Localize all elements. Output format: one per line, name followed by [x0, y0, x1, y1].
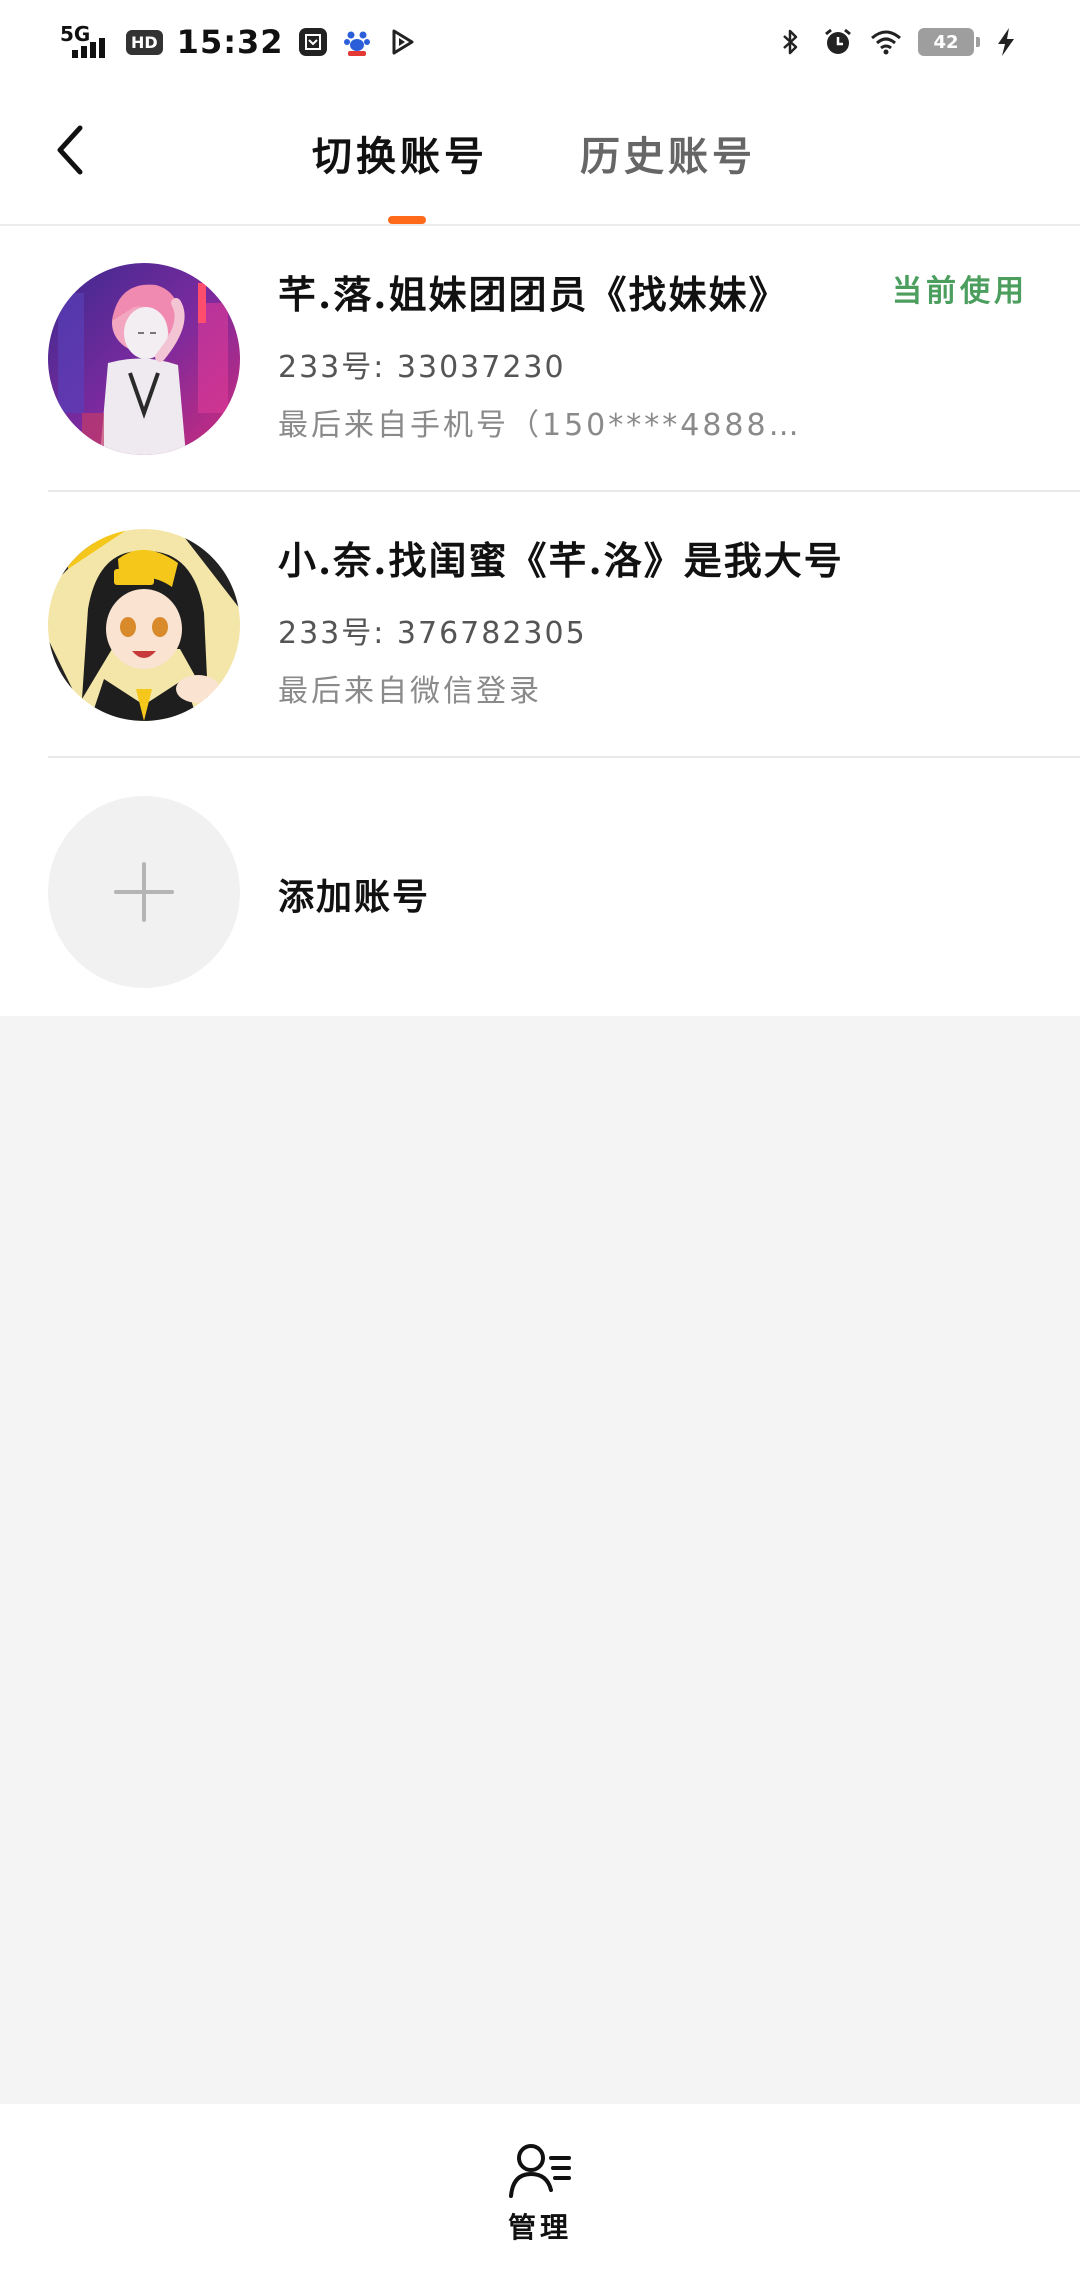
- add-account-button[interactable]: [48, 796, 240, 988]
- account-login-source: 最后来自手机号（150****4888…: [278, 408, 802, 443]
- bottom-bar: 管理: [0, 2104, 1080, 2274]
- status-time: 15:32: [176, 23, 284, 61]
- status-left: 5G HD 15:32: [60, 18, 418, 66]
- manage-label: 管理: [507, 2211, 572, 2244]
- app-icon: [298, 28, 327, 56]
- battery-icon: 42: [918, 28, 980, 56]
- header: 切换账号 历史账号: [0, 84, 1080, 226]
- account-name: 芊.落.姐妹团团员《找妹妹》: [278, 272, 789, 317]
- bluetooth-icon: [783, 29, 798, 55]
- play-icon: [392, 29, 414, 55]
- hd-icon: HD: [126, 29, 163, 55]
- account-row[interactable]: 芊.落.姐妹团团员《找妹妹》 233号: 33037230 最后来自手机号（15…: [0, 226, 1080, 492]
- wifi-icon: [871, 30, 901, 55]
- user-list-icon: [509, 2144, 571, 2198]
- account-name: 小.奈.找闺蜜《芊.洛》是我大号: [278, 538, 844, 583]
- plus-icon: [114, 862, 174, 922]
- avatar: [48, 263, 240, 455]
- status-right: 42: [774, 18, 1022, 66]
- account-list: 芊.落.姐妹团团员《找妹妹》 233号: 33037230 最后来自手机号（15…: [0, 226, 1080, 1016]
- chevron-left-icon: [57, 125, 83, 175]
- manage-button[interactable]: 管理: [490, 2140, 590, 2250]
- status-bar: 5G HD 15:32 42: [0, 0, 1080, 84]
- signal-icon: 5G: [60, 22, 112, 60]
- back-button[interactable]: [44, 120, 96, 180]
- tab-history-account[interactable]: 历史账号: [580, 124, 756, 182]
- tab-indicator: [388, 216, 426, 224]
- account-id: 233号: 33037230: [278, 350, 566, 385]
- app-root: 5G HD 15:32 42 切换账号 历史账号 芊.落.姐妹团团员《找妹妹》 …: [0, 0, 1080, 2274]
- avatar: [48, 529, 240, 721]
- charging-icon: [998, 28, 1014, 56]
- account-id: 233号: 376782305: [278, 616, 587, 651]
- add-account-label: 添加账号: [278, 876, 431, 918]
- add-account-row[interactable]: 添加账号: [0, 758, 1080, 1016]
- battery-level: 42: [933, 31, 959, 53]
- alarm-icon: [825, 28, 851, 54]
- baidu-icon: [343, 31, 370, 56]
- tab-switch-account[interactable]: 切换账号: [312, 124, 488, 182]
- account-row[interactable]: 小.奈.找闺蜜《芊.洛》是我大号 233号: 376782305 最后来自微信登…: [0, 492, 1080, 758]
- current-use-badge: 当前使用: [892, 274, 1028, 309]
- account-login-source: 最后来自微信登录: [278, 674, 542, 709]
